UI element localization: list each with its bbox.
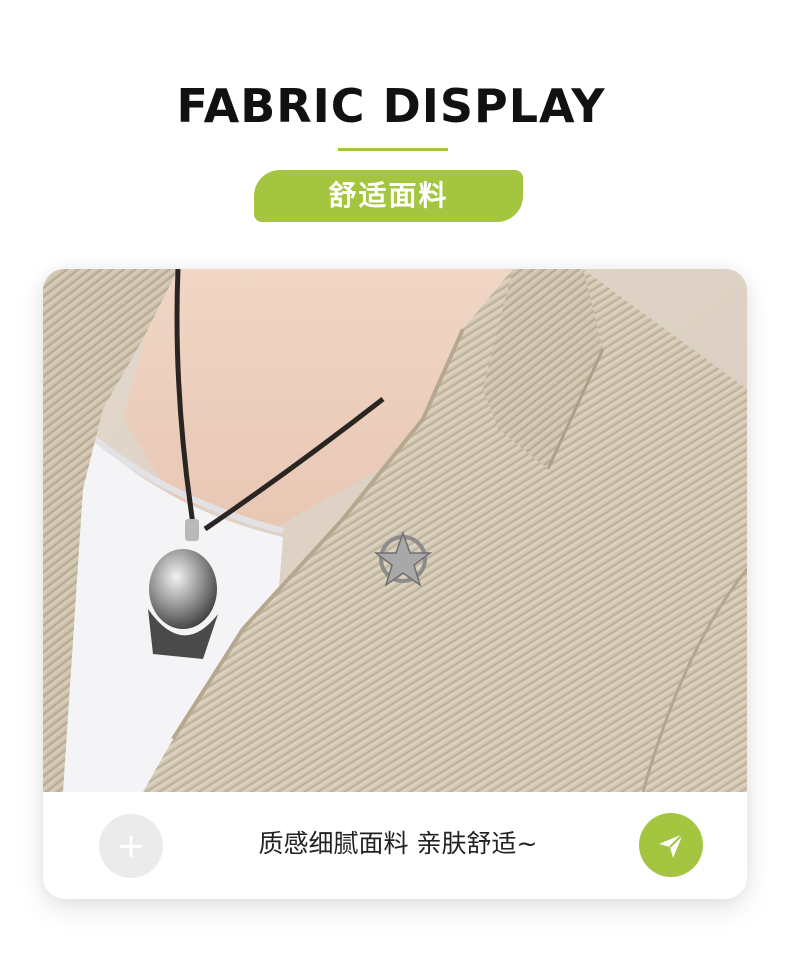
page-title: FABRIC DISPLAY [176, 79, 606, 133]
fabric-card: + 质感细腻面料 亲肤舒适~ [43, 269, 747, 899]
paper-plane-icon [659, 833, 684, 858]
subtitle-badge: 舒适面料 [254, 170, 523, 222]
send-button[interactable] [639, 813, 703, 877]
add-button[interactable]: + [99, 814, 163, 878]
caption-text: 质感细腻面料 亲肤舒适~ [258, 829, 538, 858]
message-bar: + 质感细腻面料 亲肤舒适~ [43, 792, 747, 899]
title-underline [338, 148, 448, 151]
fabric-photo [43, 269, 747, 792]
plus-icon: + [116, 826, 146, 866]
